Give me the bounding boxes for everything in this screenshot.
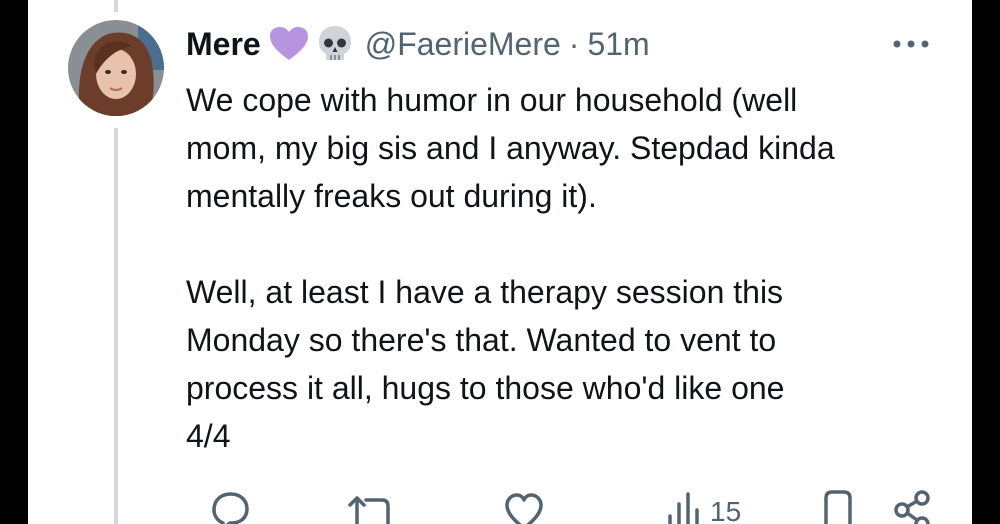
author-name[interactable]: Mere [186, 26, 261, 63]
skull-icon [317, 25, 353, 63]
like-button[interactable] [504, 488, 544, 524]
avatar-image [68, 20, 164, 116]
tweet-paragraph: We cope with humor in our household (wel… [186, 82, 835, 214]
share-icon [894, 490, 930, 524]
thread-line [114, 128, 118, 524]
avatar[interactable] [68, 20, 164, 116]
views-count: 15 [710, 496, 742, 524]
more-options-button[interactable] [886, 26, 936, 62]
purple-heart-icon [269, 26, 309, 62]
reply-icon [212, 492, 249, 524]
tweet-paragraph: Well, at least I have a therapy session … [186, 274, 785, 454]
tweet-card[interactable]: Mere @FaerieMere · 51m We cope with humo… [28, 0, 972, 524]
header-separator: · [568, 25, 580, 62]
share-button[interactable] [892, 488, 932, 524]
retweet-icon [348, 496, 390, 524]
retweet-button[interactable] [344, 488, 400, 524]
bookmark-button[interactable] [820, 488, 856, 524]
tweet-header: Mere @FaerieMere · 51m [186, 22, 650, 66]
like-icon [505, 493, 543, 524]
bookmark-icon [824, 490, 852, 524]
views-icon [668, 492, 699, 524]
reply-button[interactable] [206, 488, 252, 524]
more-dots-icon [893, 40, 929, 48]
thread-line-top [114, 0, 118, 12]
views-button[interactable] [664, 488, 704, 524]
timestamp[interactable]: 51m [587, 26, 649, 63]
author-handle[interactable]: @FaerieMere [365, 26, 561, 63]
tweet-text: We cope with humor in our household (wel… [186, 76, 956, 460]
